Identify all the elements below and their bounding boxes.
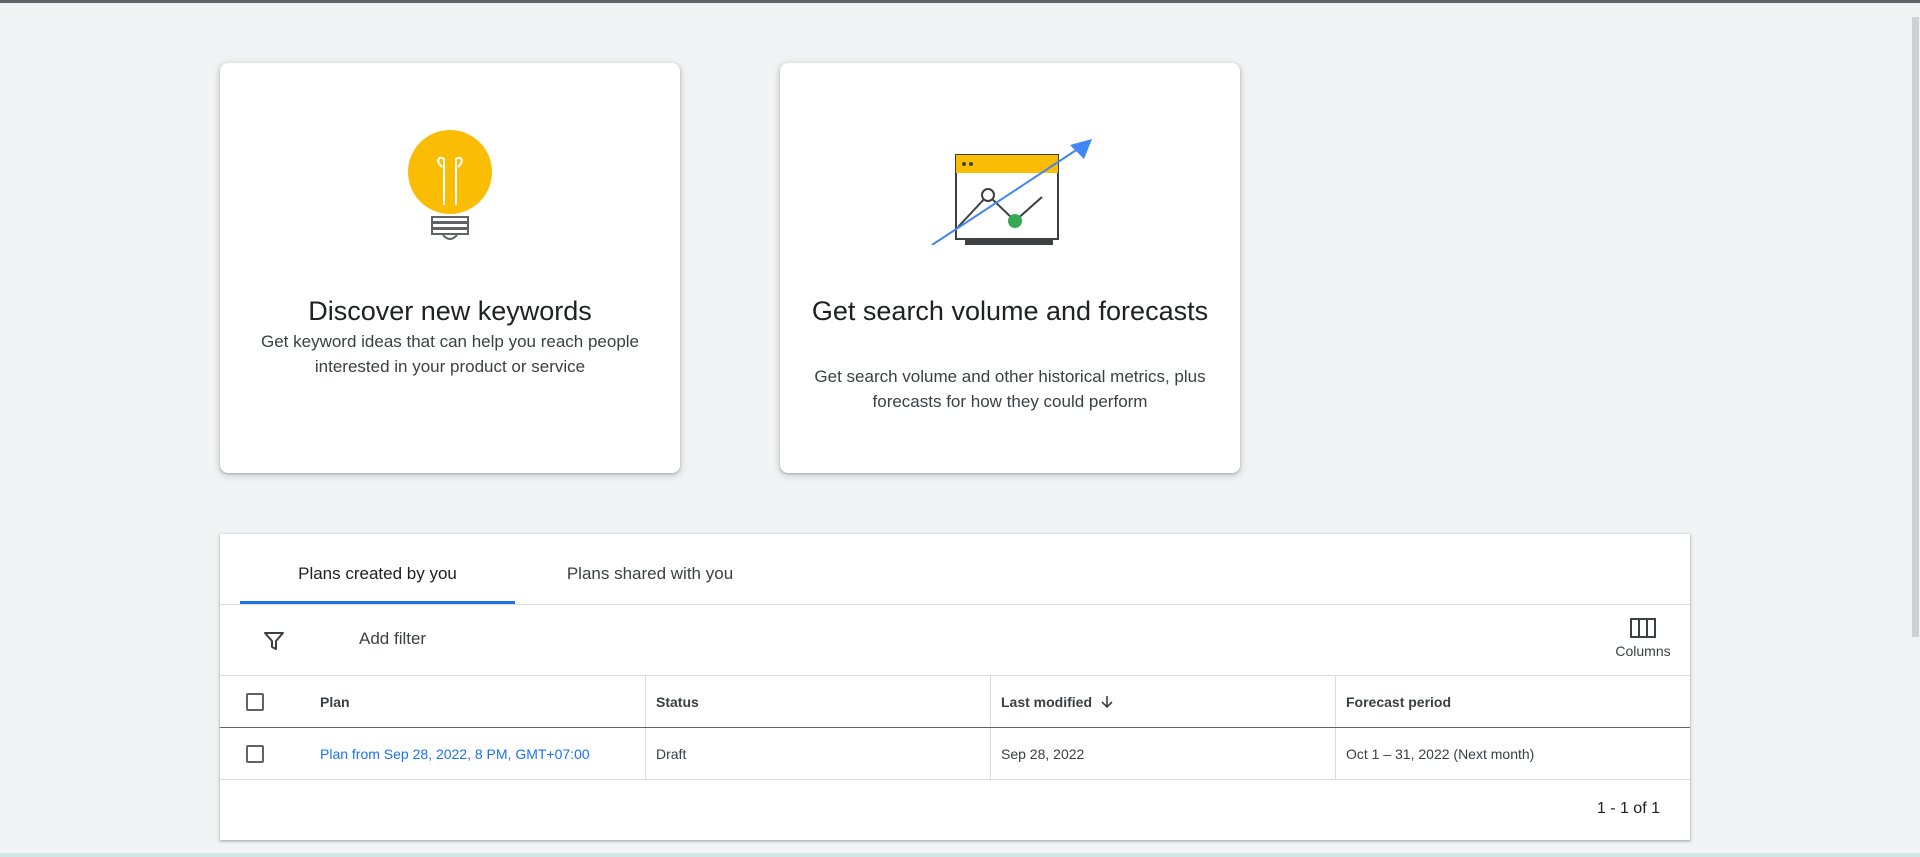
row-checkbox-cell [220, 728, 310, 779]
sort-descending-icon [1101, 695, 1113, 708]
row-checkbox[interactable] [246, 744, 264, 763]
card-description: Get keyword ideas that can help you reac… [260, 332, 640, 376]
add-filter-button[interactable]: Add filter [359, 629, 426, 649]
columns-label: Columns [1615, 643, 1671, 659]
status-cell: Draft [645, 728, 990, 779]
plans-tabs: Plans created by you Plans shared with y… [220, 534, 1690, 605]
card-description: Get search volume and other historical m… [814, 367, 1206, 411]
plans-panel: Plans created by you Plans shared with y… [220, 534, 1690, 840]
scrollbar[interactable] [1912, 3, 1920, 853]
columns-button[interactable]: Columns [1611, 613, 1675, 669]
discover-keywords-card[interactable]: Discover new keywords Get keyword ideas … [220, 63, 680, 473]
table-row: Plan from Sep 28, 2022, 8 PM, GMT+07:00 … [220, 728, 1690, 780]
tab-plans-created-by-you[interactable]: Plans created by you [240, 534, 515, 605]
lightbulb-icon [220, 127, 680, 249]
filter-icon[interactable] [262, 629, 286, 653]
header-checkbox-cell [220, 676, 310, 727]
plan-link[interactable]: Plan from Sep 28, 2022, 8 PM, GMT+07:00 [320, 746, 590, 762]
card-title: Discover new keywords [308, 296, 592, 326]
plans-table: Plan Status Last modified Forecast perio… [220, 676, 1690, 780]
scrollbar-thumb[interactable] [1912, 17, 1919, 637]
forecast-period-cell: Oct 1 – 31, 2022 (Next month) [1335, 728, 1690, 779]
active-tab-indicator [240, 601, 515, 604]
header-last-modified-label: Last modified [1001, 693, 1093, 710]
table-header: Plan Status Last modified Forecast perio… [220, 676, 1690, 728]
last-modified-cell: Sep 28, 2022 [990, 728, 1335, 779]
card-title: Get search volume and forecasts [811, 296, 1209, 326]
search-volume-card[interactable]: Get search volume and forecasts Get sear… [780, 63, 1240, 473]
forecast-chart-icon [780, 135, 1240, 245]
bottom-border [0, 853, 1920, 857]
header-last-modified[interactable]: Last modified [990, 676, 1335, 727]
filter-bar: Add filter Columns [220, 605, 1690, 676]
header-plan[interactable]: Plan [310, 676, 645, 727]
plan-cell: Plan from Sep 28, 2022, 8 PM, GMT+07:00 [310, 728, 645, 779]
pagination-summary: 1 - 1 of 1 [1596, 800, 1660, 817]
header-forecast-period[interactable]: Forecast period [1335, 676, 1690, 727]
header-status[interactable]: Status [645, 676, 990, 727]
top-border [0, 0, 1920, 3]
tab-plans-shared-with-you[interactable]: Plans shared with you [515, 534, 785, 605]
select-all-checkbox[interactable] [246, 692, 264, 711]
columns-icon [1630, 618, 1656, 638]
